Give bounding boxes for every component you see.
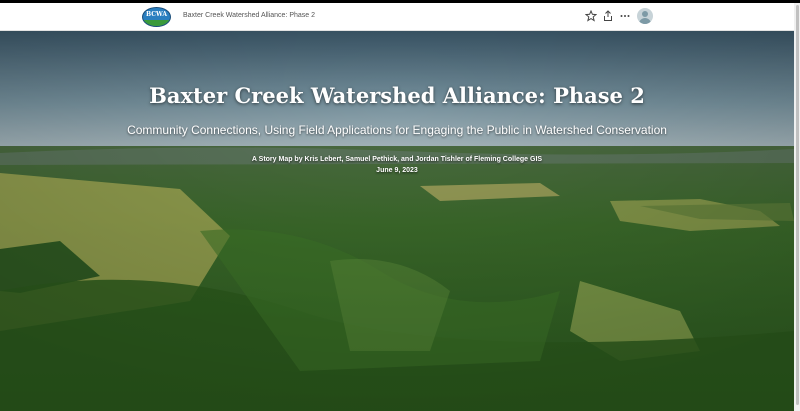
story-header: BCWA Baxter Creek Watershed Alliance: Ph… xyxy=(0,3,794,31)
header-title: Baxter Creek Watershed Alliance: Phase 2 xyxy=(183,12,316,19)
user-avatar-icon[interactable] xyxy=(637,8,653,24)
story-date: June 9, 2023 xyxy=(376,167,418,174)
star-icon[interactable] xyxy=(585,10,597,22)
story-title: Baxter Creek Watershed Alliance: Phase 2 xyxy=(149,83,645,108)
story-byline: A Story Map by Kris Lebert, Samuel Pethi… xyxy=(251,156,543,163)
story-subtitle: Community Connections, Using Field Appli… xyxy=(127,123,667,137)
logo-ground xyxy=(143,20,170,26)
bcwa-logo[interactable]: BCWA xyxy=(142,7,171,27)
hero-cover: Baxter Creek Watershed Alliance: Phase 2… xyxy=(0,31,794,411)
share-icon[interactable] xyxy=(602,10,614,22)
avatar-body xyxy=(639,18,651,24)
scrollbar-thumb[interactable] xyxy=(796,5,799,405)
logo-text: BCWA xyxy=(146,11,167,18)
avatar-head xyxy=(642,11,648,17)
more-options-icon[interactable] xyxy=(619,10,631,22)
